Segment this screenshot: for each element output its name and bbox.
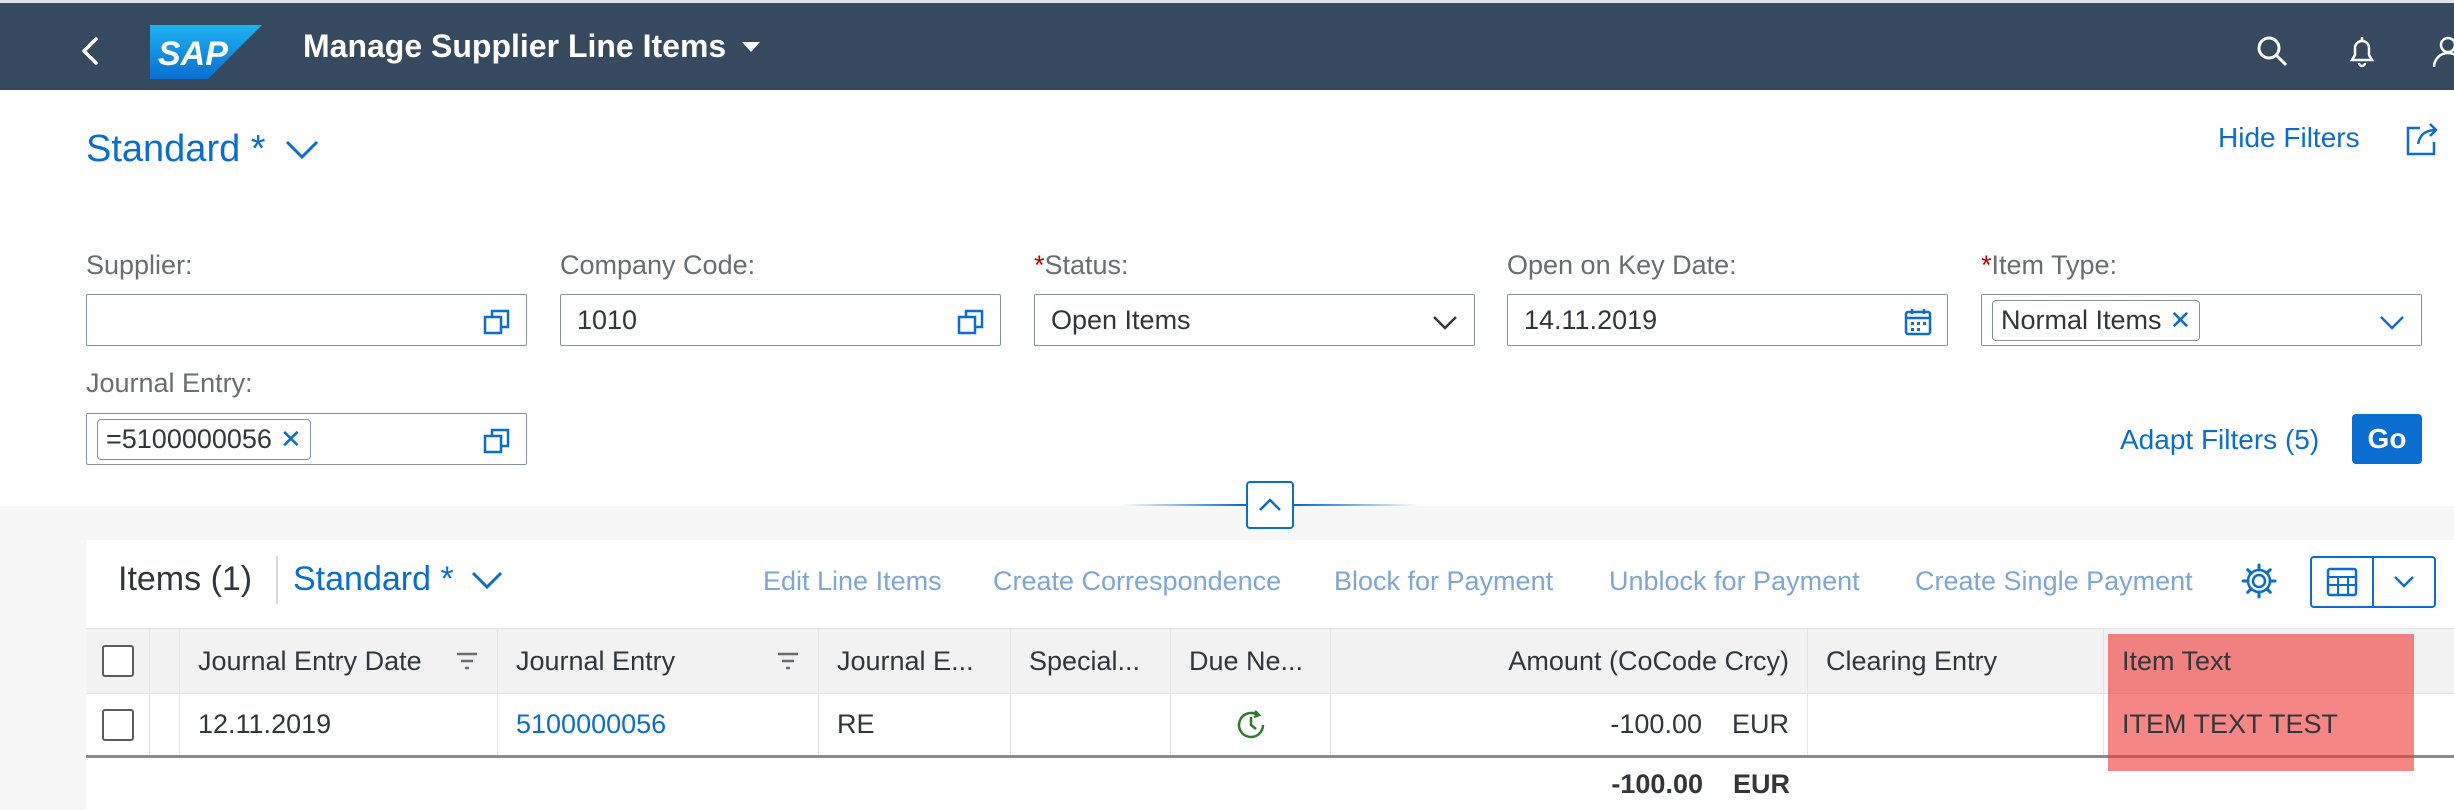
amount-cell: -100.00 EUR [1331,694,1808,755]
filter-sort-icon [778,652,798,670]
item-type-token[interactable]: Normal Items ✕ [1992,299,2201,341]
total-amount-cell: -100.00 EUR [1331,758,1808,810]
app-title: Manage Supplier Line Items [303,28,727,64]
select-all-checkbox[interactable] [101,645,134,677]
filter-sort-icon [457,652,477,670]
create-correspondence-button[interactable]: Create Correspondence [993,566,1281,597]
user-icon[interactable] [2428,31,2454,71]
value-help-icon[interactable] [482,307,512,337]
status-label: *Status: [1034,250,1129,280]
column-header-clearing-entry[interactable]: Clearing Entry [1808,629,2104,693]
chevron-down-icon [2394,576,2414,588]
table-row[interactable]: 12.11.2019 5100000056 RE -100.00 EUR ITE… [86,694,2454,758]
journal-entry-link[interactable]: 5100000056 [498,694,819,755]
column-header-item-text[interactable]: Item Text [2104,629,2454,693]
create-single-payment-button[interactable]: Create Single Payment [1915,566,2193,597]
export-options-button[interactable] [2374,558,2434,606]
svg-text:SAP: SAP [158,35,228,73]
block-for-payment-button[interactable]: Block for Payment [1334,566,1553,597]
export-menu-button[interactable] [2310,556,2436,608]
chevron-down-icon [471,571,502,589]
item-type-multiselect[interactable]: Normal Items ✕ [1981,294,2422,346]
column-header-journal-entry-date[interactable]: Journal Entry Date [180,629,498,693]
status-select[interactable]: Open Items [1034,294,1475,346]
key-date-label: Open on Key Date: [1507,250,1737,280]
sap-logo[interactable]: SAP [150,25,262,79]
export-to-spreadsheet-button[interactable] [2312,558,2374,606]
row-action-cell [150,694,180,755]
journal-entry-multiinput[interactable]: =5100000056 ✕ [86,413,527,465]
value-help-icon[interactable] [482,426,512,456]
notification-bell-icon[interactable] [2342,31,2382,71]
company-code-input[interactable]: 1010 [560,294,1001,346]
row-select-cell [86,694,150,755]
go-button[interactable]: Go [2352,414,2422,464]
calendar-icon[interactable] [1903,307,1933,337]
remove-token-icon[interactable]: ✕ [2170,305,2192,336]
chevron-down-icon[interactable] [2377,307,2407,337]
select-all-cell [86,629,150,693]
chevron-down-icon [1433,316,1457,330]
table-total-row: -100.00 EUR [86,758,2454,810]
item-type-label: *Item Type: [1981,250,2118,280]
unblock-for-payment-button[interactable]: Unblock for Payment [1609,566,1860,597]
collapse-header-button[interactable] [1246,481,1294,529]
journal-entry-token[interactable]: =5100000056 ✕ [97,418,311,460]
column-header-amount[interactable]: Amount (CoCode Crcy) [1331,629,1808,693]
row-action-column [150,629,180,693]
clock-due-icon [1237,709,1264,738]
supplier-input[interactable] [86,294,527,346]
settings-gear-icon[interactable] [2240,562,2278,600]
row-checkbox[interactable] [101,708,134,741]
total-currency-value: EUR [1732,768,1790,799]
shell-bar: SAP Manage Supplier Line Items [0,0,2454,90]
currency-value: EUR [1731,709,1789,739]
value-help-icon[interactable] [956,307,986,337]
search-icon[interactable] [2252,31,2292,71]
variant-name: Standard * [86,128,266,170]
clearing-entry-cell [1808,694,2104,755]
item-text-cell: ITEM TEXT TEST [2122,709,2339,739]
share-icon[interactable] [2402,120,2442,160]
journal-entry-label: Journal Entry: [86,368,253,398]
toolbar-separator [276,556,278,604]
chevron-up-icon [1259,498,1281,511]
column-header-journal-entry[interactable]: Journal Entry [498,629,819,693]
caret-down-icon [742,41,761,52]
adapt-filters-button[interactable]: Adapt Filters (5) [2120,424,2319,456]
journal-entry-date-cell: 12.11.2019 [180,694,498,755]
table-title: Items (1) [118,560,253,598]
column-header-special-gl[interactable]: Special... [1011,629,1171,693]
key-date-picker[interactable]: 14.11.2019 [1507,294,1948,346]
column-header-due-net[interactable]: Due Ne... [1171,629,1331,693]
table-header-row: Journal Entry Date Journal Entry Journal… [86,628,2454,694]
spreadsheet-export-icon [2326,567,2358,597]
company-code-label: Company Code: [560,250,756,280]
remove-token-icon[interactable]: ✕ [280,424,302,455]
journal-entry-type-cell: RE [819,694,1011,755]
table-variant-name: Standard * [293,560,454,598]
amount-value: -100.00 [1610,709,1702,739]
column-header-journal-entry-type[interactable]: Journal E... [819,629,1011,693]
chevron-down-icon [285,140,318,159]
supplier-label: Supplier: [86,250,193,280]
table-variant-selector[interactable]: Standard * [293,560,504,599]
variant-selector[interactable]: Standard * [86,128,320,171]
special-gl-cell [1011,694,1171,755]
due-net-cell [1171,694,1331,755]
back-icon[interactable] [72,31,112,71]
edit-line-items-button[interactable]: Edit Line Items [763,566,942,597]
app-title-menu[interactable]: Manage Supplier Line Items [303,28,762,65]
hide-filters-button[interactable]: Hide Filters [2218,122,2360,154]
total-amount-value: -100.00 [1611,768,1703,799]
